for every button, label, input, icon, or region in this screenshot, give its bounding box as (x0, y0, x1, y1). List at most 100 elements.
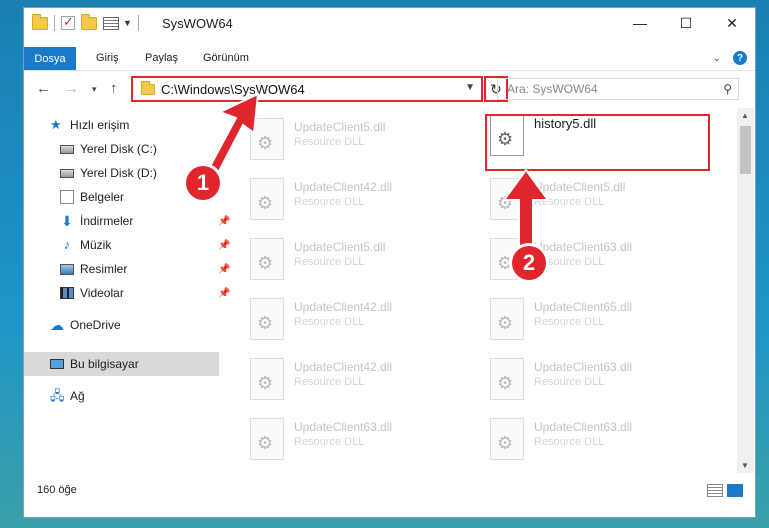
documents-icon (60, 190, 74, 204)
new-folder-icon[interactable] (81, 13, 97, 30)
pin-icon[interactable]: 📌 (218, 288, 230, 299)
sidebar-item-disk-c[interactable]: Yerel Disk (C:) 📌 (60, 142, 230, 156)
file-type: Resource DLL (294, 316, 365, 328)
ribbon-right: ⌄ ? (713, 51, 747, 65)
file-name: UpdateClient63.dll (534, 240, 633, 254)
address-bar[interactable]: C:\Windows\SysWOW64 ▼ (131, 76, 483, 102)
sidebar-item-label: Yerel Disk (D:) (80, 166, 157, 180)
address-dropdown-icon[interactable]: ▼ (465, 82, 475, 93)
file-name: UpdateClient42.dll (294, 180, 393, 194)
file-name: UpdateClient63.dll (534, 360, 633, 374)
tab-home[interactable]: Giriş (96, 52, 119, 64)
item-count: 160 öğe (37, 484, 77, 496)
dll-file-icon (250, 418, 284, 460)
quick-access-toolbar: ▼ (32, 13, 139, 31)
pin-icon[interactable]: 📌 (218, 264, 230, 275)
disk-icon (60, 168, 74, 178)
sidebar-item-onedrive[interactable]: ☁ OneDrive (50, 318, 121, 332)
file-item[interactable]: UpdateClient5.dll Resource DLL (244, 232, 474, 288)
sidebar-item-documents[interactable]: Belgeler (60, 190, 124, 204)
sidebar-item-music[interactable]: ♪ Müzik 📌 (60, 237, 231, 253)
sidebar-item-label: Videolar (80, 286, 124, 300)
scroll-up-icon[interactable]: ▲ (741, 111, 749, 120)
customize-icon[interactable] (103, 16, 119, 30)
network-icon: 🖧 (50, 388, 65, 403)
details-view-icon[interactable] (707, 484, 723, 497)
file-name: UpdateClient42.dll (294, 360, 393, 374)
sidebar-item-label: Resimler (80, 262, 128, 276)
file-type: Resource DLL (534, 436, 605, 448)
back-arrow-icon[interactable]: ← (36, 80, 51, 97)
file-item[interactable]: UpdateClient63.dll Resource DLL (484, 412, 714, 468)
disk-icon (60, 144, 74, 154)
file-item[interactable]: UpdateClient5.dll Resource DLL (484, 172, 714, 228)
file-type: Resource DLL (534, 376, 605, 388)
scroll-down-icon[interactable]: ▼ (741, 461, 749, 470)
dll-file-icon (250, 118, 284, 160)
file-type: Resource DLL (294, 436, 365, 448)
file-type: Resource DLL (294, 136, 365, 148)
file-explorer-window: ▼ SysWOW64 — ☐ ✕ Dosya Giriş Paylaş Görü… (23, 7, 756, 518)
large-icons-view-icon[interactable] (727, 484, 743, 497)
file-item[interactable]: UpdateClient5.dll Resource DLL (244, 112, 474, 168)
dll-file-icon (250, 298, 284, 340)
sidebar-item-this-pc[interactable]: Bu bilgisayar (50, 357, 139, 371)
sidebar-item-label: Ağ (70, 389, 85, 403)
file-type: Resource DLL (534, 196, 605, 208)
sidebar-item-videos[interactable]: Videolar 📌 (60, 286, 230, 300)
scrollbar-thumb[interactable] (740, 126, 751, 174)
sidebar-item-disk-d[interactable]: Yerel Disk (D:) (60, 166, 157, 180)
file-name: UpdateClient63.dll (294, 420, 393, 434)
close-button[interactable]: ✕ (709, 8, 755, 38)
maximize-button[interactable]: ☐ (663, 8, 709, 38)
folder-icon (32, 13, 48, 30)
file-item[interactable]: UpdateClient63.dll Resource DLL (484, 352, 714, 408)
minimize-button[interactable]: — (617, 8, 663, 38)
dll-file-icon (490, 358, 524, 400)
file-type: Resource DLL (534, 316, 605, 328)
properties-check-icon[interactable] (61, 14, 75, 30)
help-icon[interactable]: ? (733, 51, 747, 65)
download-icon: ⬇ (61, 213, 73, 229)
file-item[interactable]: UpdateClient65.dll Resource DLL (484, 292, 714, 348)
file-item[interactable]: UpdateClient42.dll Resource DLL (244, 172, 474, 228)
toolbar-divider (137, 15, 139, 31)
file-item[interactable]: UpdateClient42.dll Resource DLL (244, 352, 474, 408)
ribbon-expand-icon[interactable]: ⌄ (713, 53, 721, 64)
file-type: Resource DLL (294, 196, 365, 208)
pin-icon[interactable]: 📌 (218, 240, 230, 251)
videos-icon (60, 287, 74, 299)
sidebar-item-downloads[interactable]: ⬇ İndirmeler 📌 (60, 213, 230, 229)
music-icon: ♪ (63, 237, 71, 252)
file-item[interactable]: UpdateClient63.dll Resource DLL (244, 412, 474, 468)
qat-dropdown-icon[interactable]: ▼ (123, 18, 132, 28)
vertical-scrollbar[interactable]: ▲ ▼ (737, 108, 754, 473)
file-name: UpdateClient63.dll (534, 420, 633, 434)
sidebar-item-pictures[interactable]: Resimler 📌 (60, 262, 230, 276)
file-item[interactable]: UpdateClient42.dll Resource DLL (244, 292, 474, 348)
sidebar-item-label: Müzik (80, 238, 112, 252)
title-bar: ▼ SysWOW64 — ☐ ✕ (24, 8, 755, 39)
cloud-icon: ☁ (50, 317, 64, 333)
sidebar-item-quick-access[interactable]: ★ Hızlı erişim (50, 118, 129, 133)
pin-icon[interactable]: 📌 (218, 144, 230, 155)
sidebar-item-network[interactable]: 🖧 Ağ (50, 388, 85, 404)
navigation-bar: ← → ▾ ↑ C:\Windows\SysWOW64 ▼ ↻ Ara: Sys… (24, 74, 755, 104)
tab-file[interactable]: Dosya (24, 47, 76, 70)
recent-locations-icon[interactable]: ▾ (92, 84, 97, 95)
toolbar-divider (54, 15, 55, 31)
sidebar-item-label: Belgeler (80, 190, 125, 204)
pin-icon[interactable]: 📌 (218, 216, 230, 227)
dll-file-icon (250, 238, 284, 280)
pictures-icon (60, 263, 74, 275)
forward-arrow-icon[interactable]: → (64, 80, 79, 97)
tab-view[interactable]: Görünüm (203, 52, 249, 64)
file-type: Resource DLL (294, 256, 365, 268)
tab-share[interactable]: Paylaş (145, 52, 178, 64)
search-input[interactable]: Ara: SysWOW64 ⚲ (497, 78, 739, 100)
up-arrow-icon[interactable]: ↑ (110, 80, 118, 97)
dll-file-icon (490, 298, 524, 340)
folder-icon (141, 80, 155, 95)
search-placeholder: Ara: SysWOW64 (507, 82, 598, 96)
sidebar-item-label: İndirmeler (80, 214, 134, 228)
